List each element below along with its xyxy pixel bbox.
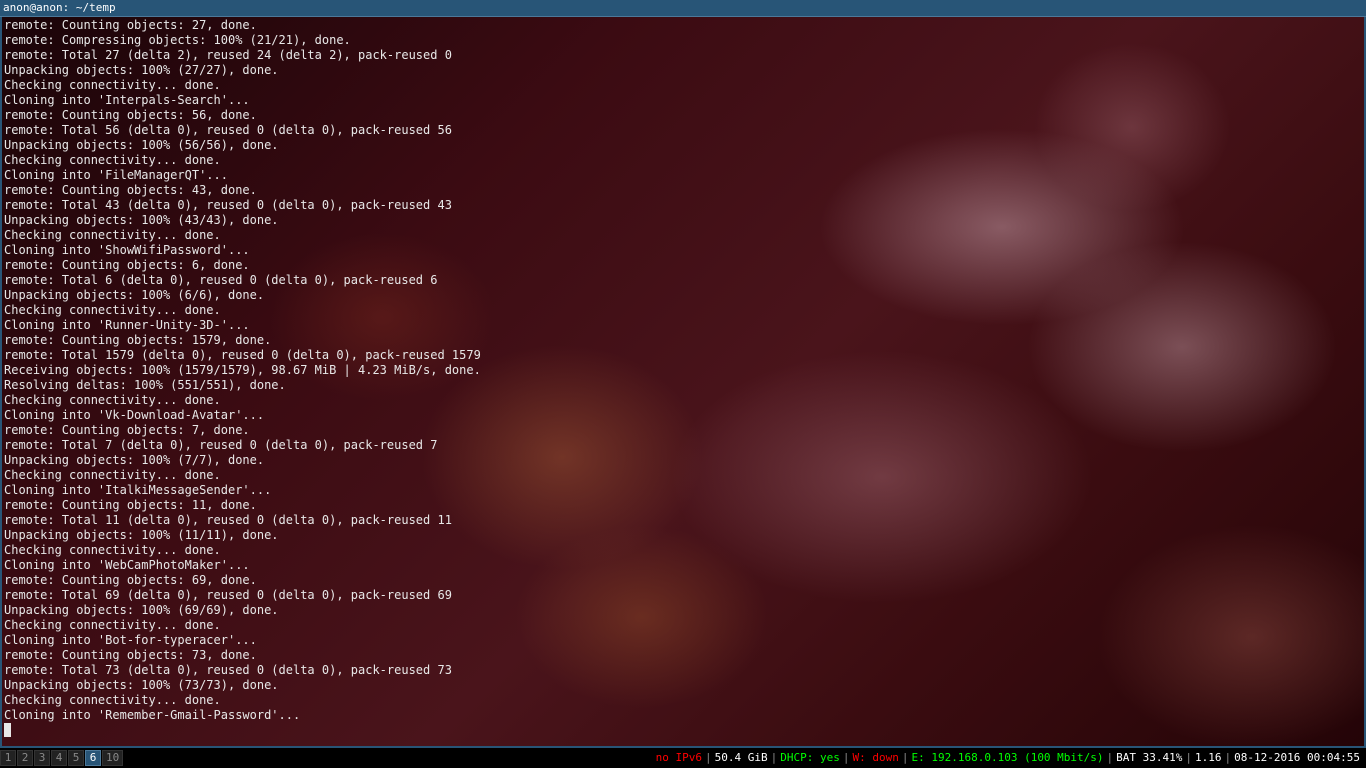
terminal-line: Checking connectivity... done. [4,543,221,557]
terminal-line: remote: Total 43 (delta 0), reused 0 (de… [4,198,452,212]
terminal-line: Checking connectivity... done. [4,618,221,632]
workspace-button-6[interactable]: 6 [85,750,101,766]
terminal-line: remote: Counting objects: 27, done. [4,18,257,32]
ethernet-status: E: 192.168.0.103 (100 Mbit/s) [911,751,1104,764]
workspace-button-2[interactable]: 2 [17,750,33,766]
terminal-line: Cloning into 'Remember-Gmail-Password'..… [4,708,301,722]
terminal-line: remote: Total 6 (delta 0), reused 0 (del… [4,273,438,287]
load-status: 1.16 [1195,751,1222,764]
terminal-line: remote: Counting objects: 1579, done. [4,333,272,347]
terminal-line: remote: Counting objects: 69, done. [4,573,257,587]
terminal-line: Cloning into 'FileManagerQT'... [4,168,228,182]
status-separator: | [842,751,850,764]
terminal-line: Checking connectivity... done. [4,693,221,707]
status-blocks: no IPv6 | 50.4 GiB | DHCP: yes | W: down | E… [653,748,1363,768]
window-title: anon@anon: ~/temp [3,1,116,14]
terminal-line: Unpacking objects: 100% (27/27), done. [4,63,279,77]
terminal-line: Unpacking objects: 100% (6/6), done. [4,288,265,302]
terminal-line: Unpacking objects: 100% (43/43), done. [4,213,279,227]
terminal-line: Unpacking objects: 100% (73/73), done. [4,678,279,692]
workspace-button-10[interactable]: 10 [102,750,124,766]
clock-status: 08-12-2016 00:04:55 [1234,751,1360,764]
terminal-line: remote: Counting objects: 56, done. [4,108,257,122]
terminal-window[interactable]: remote: Counting objects: 27, done. remot… [0,17,1366,748]
status-separator: | [1106,751,1114,764]
battery-status: BAT 33.41% [1116,751,1183,764]
terminal-line: remote: Total 27 (delta 2), reused 24 (d… [4,48,452,62]
terminal-output: remote: Counting objects: 27, done. remot… [4,18,481,723]
terminal-line: remote: Total 7 (delta 0), reused 0 (del… [4,438,438,452]
terminal-line: Unpacking objects: 100% (56/56), done. [4,138,279,152]
status-separator: | [1224,751,1232,764]
terminal-line: Checking connectivity... done. [4,228,221,242]
workspace-button-1[interactable]: 1 [0,750,16,766]
terminal-line: Checking connectivity... done. [4,153,221,167]
terminal-line: Cloning into 'Interpals-Search'... [4,93,250,107]
terminal-line: Unpacking objects: 100% (69/69), done. [4,603,279,617]
terminal-line: Receiving objects: 100% (1579/1579), 98.… [4,363,481,377]
terminal-line: remote: Compressing objects: 100% (21/21… [4,33,351,47]
terminal-line: remote: Counting objects: 73, done. [4,648,257,662]
terminal-line: Checking connectivity... done. [4,303,221,317]
status-bar: 1 2 3 4 5 6 10 no IPv6 | 50.4 GiB | DHCP: yes | W… [0,748,1366,768]
status-separator: | [901,751,909,764]
terminal-line: remote: Counting objects: 43, done. [4,183,257,197]
terminal-line: Checking connectivity... done. [4,393,221,407]
terminal-line: remote: Counting objects: 7, done. [4,423,250,437]
wireless-status: W: down [852,751,899,764]
terminal-line: Cloning into 'Bot-for-typeracer'... [4,633,257,647]
terminal-line: remote: Total 1579 (delta 0), reused 0 (… [4,348,481,362]
ipv6-status: no IPv6 [655,751,703,764]
terminal-line: Cloning into 'ShowWifiPassword'... [4,243,250,257]
terminal-line: Cloning into 'ItalkiMessageSender'... [4,483,272,497]
terminal-line: Resolving deltas: 100% (551/551), done. [4,378,286,392]
status-separator: | [1185,751,1193,764]
terminal-line: Cloning into 'Vk-Download-Avatar'... [4,408,265,422]
workspace-switcher: 1 2 3 4 5 6 10 [0,750,124,766]
status-separator: | [705,751,712,764]
terminal-line: Cloning into 'WebCamPhotoMaker'... [4,558,250,572]
terminal-line: Checking connectivity... done. [4,78,221,92]
disk-status: 50.4 GiB [714,751,768,764]
terminal-line: remote: Total 73 (delta 0), reused 0 (de… [4,663,452,677]
terminal-line: remote: Counting objects: 6, done. [4,258,250,272]
terminal-line: Checking connectivity... done. [4,468,221,482]
dhcp-status: DHCP: yes [780,751,840,764]
terminal-line: remote: Counting objects: 11, done. [4,498,257,512]
window-titlebar[interactable]: anon@anon: ~/temp [0,0,1366,17]
terminal-line: remote: Total 69 (delta 0), reused 0 (de… [4,588,452,602]
workspace-button-5[interactable]: 5 [68,750,84,766]
workspace-button-4[interactable]: 4 [51,750,67,766]
terminal-line: remote: Total 11 (delta 0), reused 0 (de… [4,513,452,527]
terminal-line: remote: Total 56 (delta 0), reused 0 (de… [4,123,452,137]
terminal-cursor [4,723,11,737]
terminal-line: Cloning into 'Runner-Unity-3D-'... [4,318,250,332]
status-separator: | [770,751,778,764]
terminal-line: Unpacking objects: 100% (11/11), done. [4,528,279,542]
workspace-button-3[interactable]: 3 [34,750,50,766]
terminal-line: Unpacking objects: 100% (7/7), done. [4,453,265,467]
